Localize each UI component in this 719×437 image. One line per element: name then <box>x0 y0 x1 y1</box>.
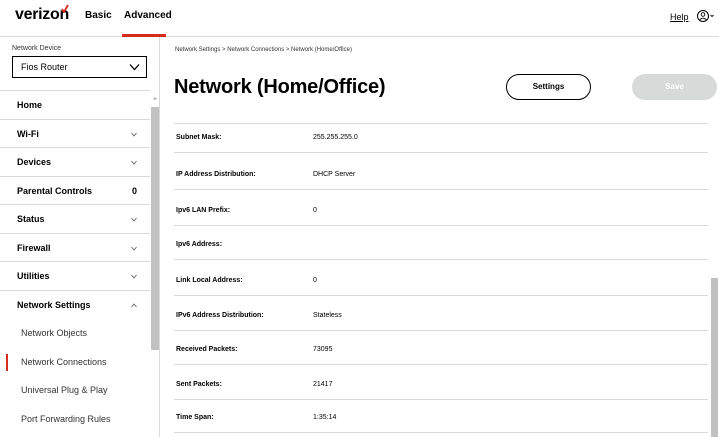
chevron-down-icon <box>131 160 137 165</box>
sidebar-item-devices[interactable]: Devices <box>0 148 150 177</box>
top-bar: verizon Basic Advanced Help <box>0 0 719 37</box>
chevron-down-icon <box>131 132 137 137</box>
row-value: 73095 <box>313 346 333 353</box>
row-label: Time Span: <box>176 414 214 421</box>
save-button[interactable]: Save <box>632 74 717 100</box>
network-details-table: IPv4 Address: Subnet Mask: 255.255.255.0… <box>174 104 708 437</box>
table-row: IP Address Distribution: DHCP Server <box>174 161 708 190</box>
row-value: 21417 <box>313 381 333 388</box>
sidebar-menu: Home Wi-Fi Devices Parental Controls 0 S… <box>0 90 150 433</box>
chevron-down-icon <box>131 246 137 251</box>
sidebar-item-network-objects[interactable]: Network Objects <box>0 319 150 348</box>
table-row: IPv6 Address Distribution: Stateless <box>174 302 708 331</box>
row-label: Sent Packets: <box>176 381 222 388</box>
row-value: 255.255.255.0 <box>313 134 358 141</box>
table-row: Subnet Mask: 255.255.255.0 <box>174 124 708 153</box>
table-row: IPv4 Address: <box>174 104 708 124</box>
row-label: Ipv6 LAN Prefix: <box>176 207 231 214</box>
sidebar: Network Device Fios Router Home Wi-Fi De… <box>0 37 160 437</box>
chevron-down-icon <box>129 64 140 71</box>
sidebar-item-label: Universal Plug & Play <box>21 385 108 395</box>
sidebar-item-parental-controls[interactable]: Parental Controls 0 <box>0 177 150 205</box>
row-value: Stateless <box>313 312 342 319</box>
sidebar-item-label: Wi-Fi <box>17 128 39 139</box>
page-title: Network (Home/Office) <box>174 76 386 98</box>
settings-button[interactable]: Settings <box>506 74 591 100</box>
row-value: 1:35:14 <box>313 414 337 421</box>
sidebar-item-home[interactable]: Home <box>0 91 150 120</box>
sidebar-item-label: Network Objects <box>21 328 88 338</box>
table-row: Ipv6 Address: <box>174 231 708 260</box>
sidebar-item-wifi[interactable]: Wi-Fi <box>0 120 150 148</box>
table-row: Time Span: 1:35:14 <box>174 404 708 433</box>
sidebar-item-firewall[interactable]: Firewall <box>0 234 150 262</box>
sidebar-item-label: Network Settings <box>17 299 91 310</box>
table-row: Ipv6 LAN Prefix: 0 <box>174 197 708 226</box>
breadcrumb: Network Settings > Network Connections >… <box>175 47 352 53</box>
sidebar-item-status[interactable]: Status <box>0 205 150 234</box>
sidebar-item-network-settings[interactable]: Network Settings <box>0 291 150 320</box>
parental-controls-count: 0 <box>132 185 138 196</box>
sidebar-item-utilities[interactable]: Utilities <box>0 262 150 291</box>
main-scrollbar-thumb[interactable] <box>711 278 718 437</box>
row-value: DHCP Server <box>313 171 356 178</box>
sidebar-item-label: Port Forwarding Rules <box>21 413 111 424</box>
row-label: Subnet Mask: <box>176 134 222 141</box>
user-account-icon[interactable] <box>697 9 715 23</box>
logo-checkmark-icon <box>61 4 69 13</box>
row-label: Received Packets: <box>176 346 238 353</box>
sidebar-item-label: Utilities <box>17 271 50 281</box>
row-label: IPv6 Address Distribution: <box>176 312 264 319</box>
sidebar-item-label: Parental Controls <box>17 185 93 196</box>
row-label: Ipv6 Address: <box>176 241 223 248</box>
table-row: Link Local Address: 0 <box>174 267 708 296</box>
scroll-up-arrow-icon[interactable] <box>151 94 159 102</box>
sidebar-item-universal-plug-and-play[interactable]: Universal Plug & Play <box>0 376 150 405</box>
help-link[interactable]: Help <box>670 12 689 22</box>
network-device-value: Fios Router <box>21 62 68 72</box>
chevron-down-icon <box>131 274 137 279</box>
sidebar-item-label: Home <box>17 100 43 110</box>
row-label: Link Local Address: <box>176 277 243 284</box>
sidebar-item-label: Devices <box>17 157 52 167</box>
sidebar-scrollbar-thumb[interactable] <box>151 107 159 350</box>
sidebar-item-label: Status <box>17 214 45 224</box>
network-device-select[interactable]: Fios Router <box>12 56 147 78</box>
chevron-down-icon <box>131 217 137 222</box>
sidebar-item-port-forwarding-rules[interactable]: Port Forwarding Rules <box>0 405 150 434</box>
row-label: IP Address Distribution: <box>176 171 256 178</box>
table-row: Sent Packets: 21417 <box>174 371 708 400</box>
nav-basic[interactable]: Basic <box>85 10 112 21</box>
chevron-up-icon <box>131 302 137 307</box>
row-value: 0 <box>313 277 317 284</box>
network-device-label: Network Device <box>12 45 62 52</box>
sidebar-item-label: Network Connections <box>21 356 107 367</box>
sidebar-item-network-connections[interactable]: Network Connections <box>0 348 150 377</box>
table-row: Received Packets: 73095 <box>174 336 708 365</box>
sidebar-item-label: Firewall <box>17 242 51 253</box>
row-value: 0 <box>313 207 317 214</box>
nav-advanced[interactable]: Advanced <box>124 10 172 21</box>
